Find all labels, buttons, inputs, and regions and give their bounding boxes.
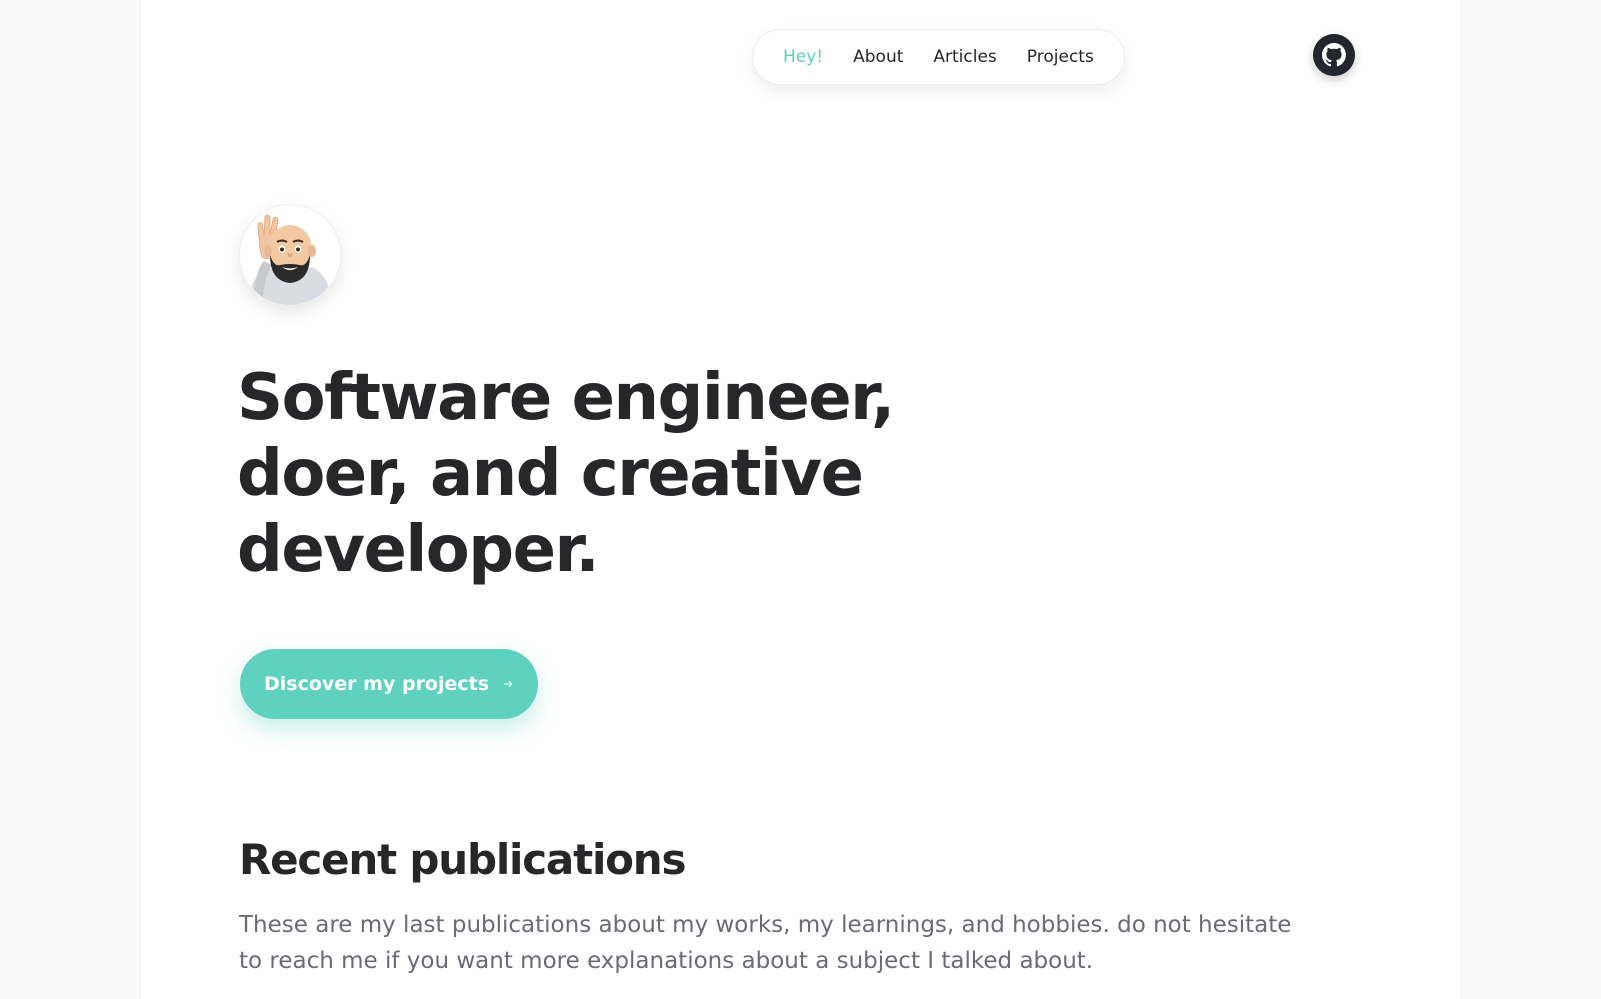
nav-item-articles[interactable]: Articles bbox=[933, 47, 996, 67]
publications-title: Recent publications bbox=[239, 835, 686, 884]
main-nav: Hey! About Articles Projects bbox=[752, 29, 1125, 85]
nav-item-about[interactable]: About bbox=[853, 47, 903, 67]
cta-label: Discover my projects bbox=[264, 673, 490, 695]
nav-item-hey[interactable]: Hey! bbox=[783, 47, 823, 67]
arrow-right-icon bbox=[504, 680, 513, 688]
hero-headline-line: doer, and creative bbox=[237, 437, 864, 511]
memoji-avatar-icon bbox=[240, 205, 340, 305]
hero-headline-line: developer. bbox=[237, 513, 600, 587]
nav-item-projects[interactable]: Projects bbox=[1027, 47, 1094, 67]
hero-headline-line: Software engineer, bbox=[237, 361, 895, 435]
discover-projects-button[interactable]: Discover my projects bbox=[240, 649, 538, 719]
avatar bbox=[239, 204, 341, 306]
github-icon bbox=[1313, 34, 1355, 76]
publications-description: These are my last publications about my … bbox=[239, 912, 1292, 974]
hero-headline: Software engineer, doer, and creative de… bbox=[237, 360, 1137, 588]
github-link[interactable] bbox=[1313, 34, 1355, 76]
